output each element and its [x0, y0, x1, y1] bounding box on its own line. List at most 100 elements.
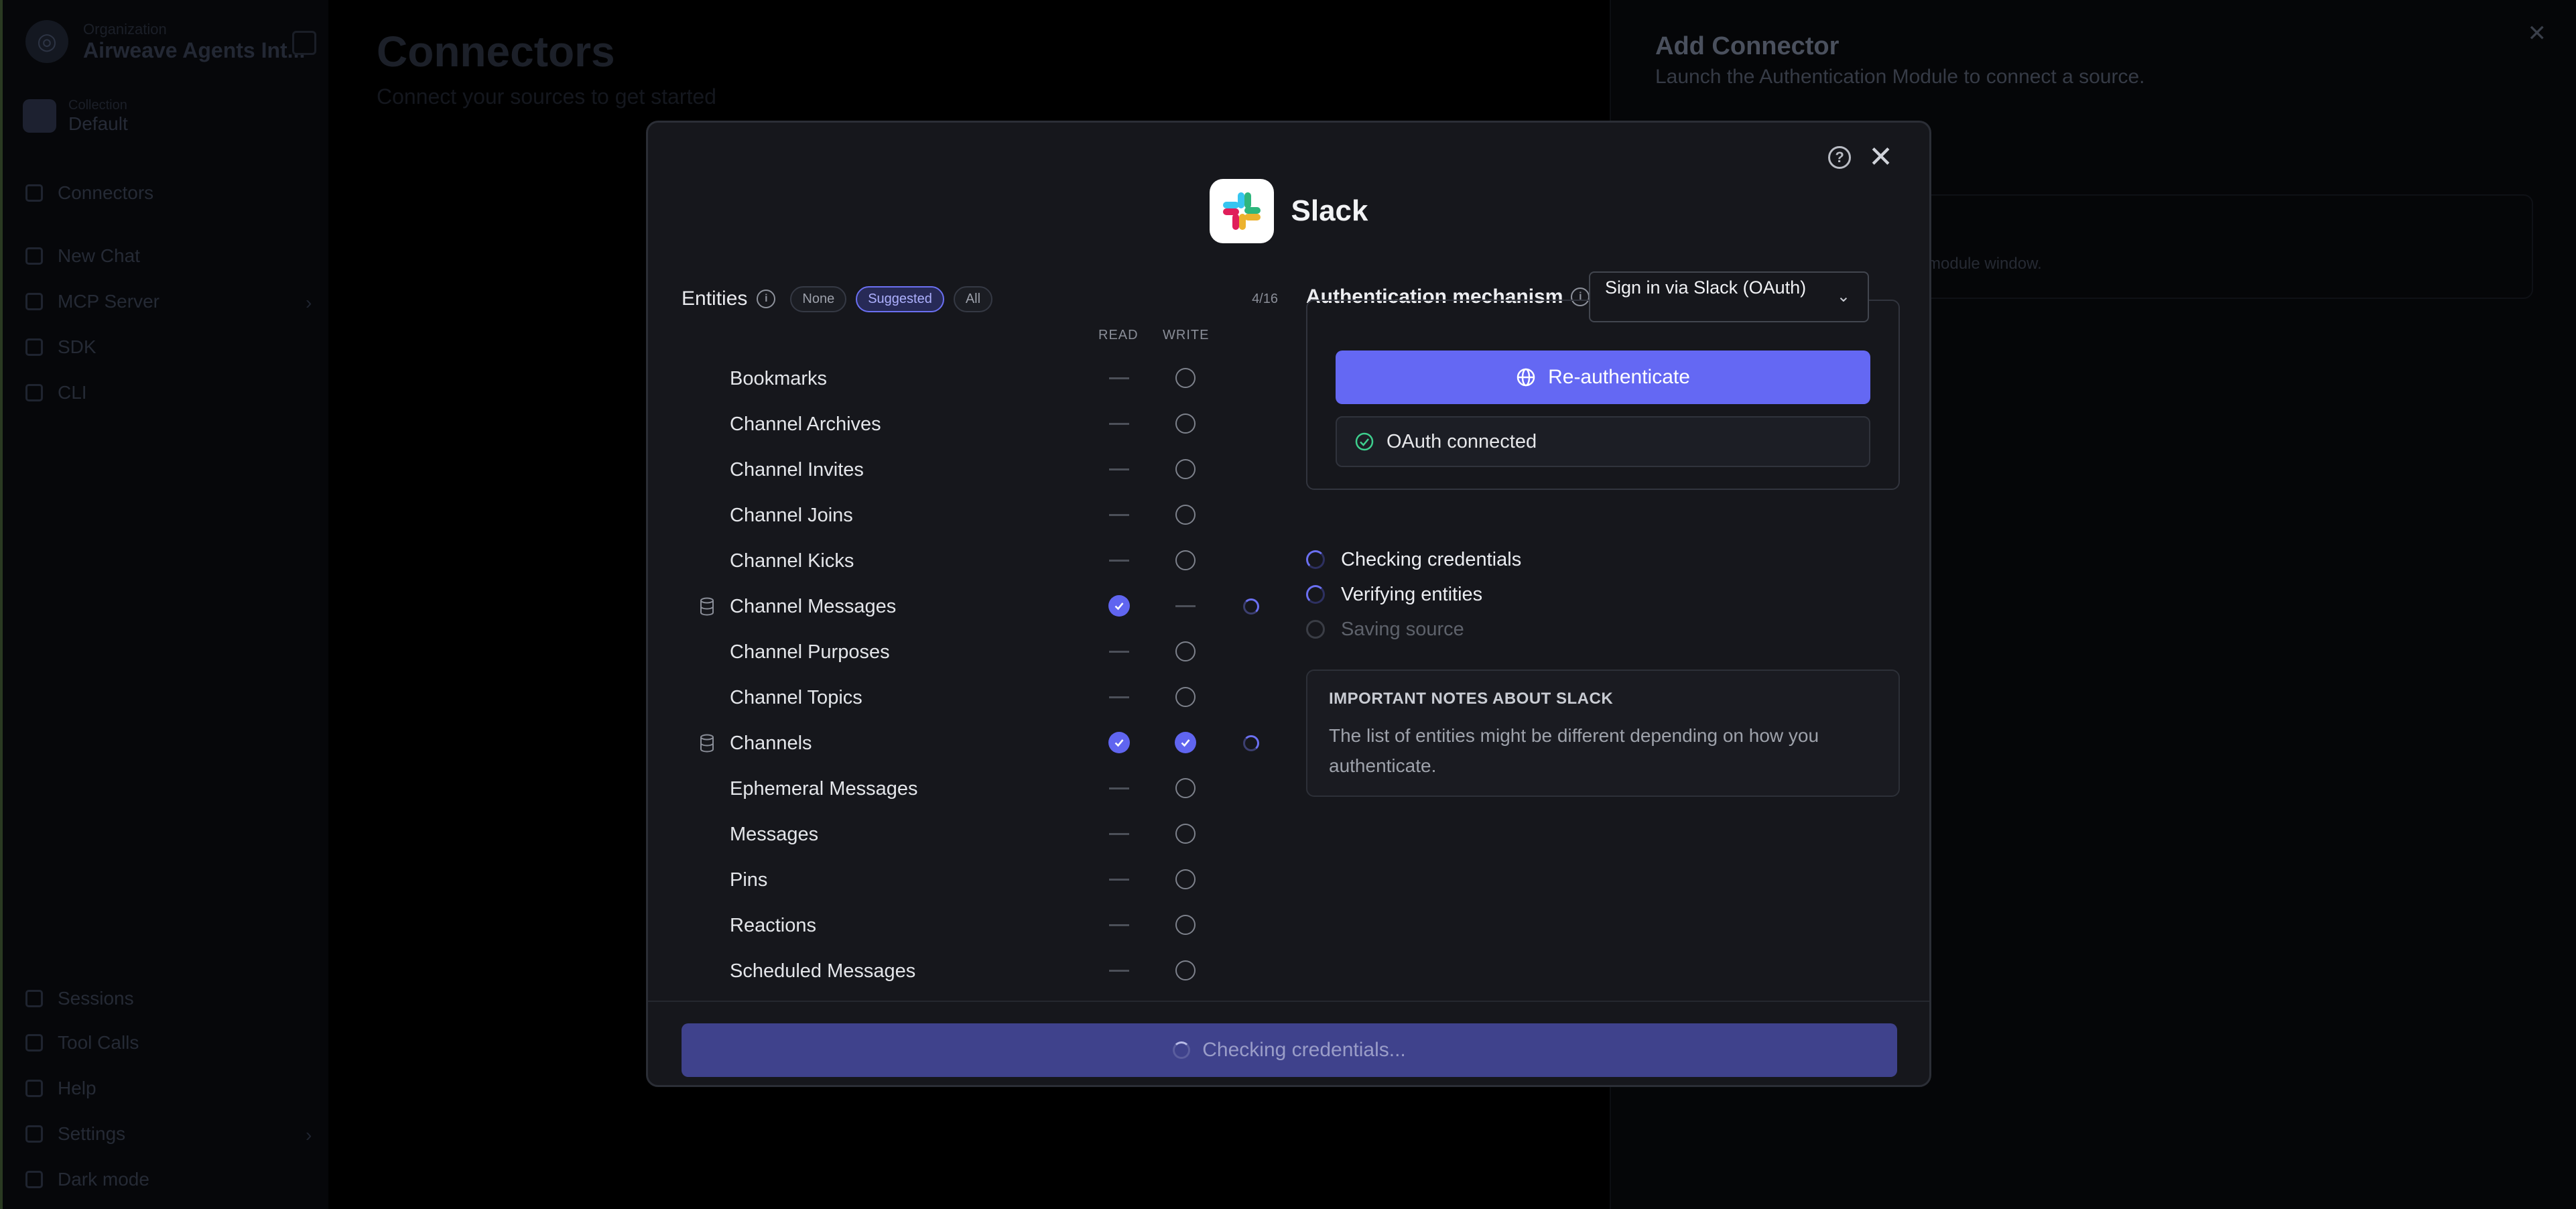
- sidebar-item-connectors[interactable]: Connectors: [25, 182, 153, 204]
- step-label: Saving source: [1341, 619, 1464, 640]
- auth-mechanism-select[interactable]: Sign in via Slack (OAuth) ⌄: [1589, 271, 1869, 322]
- sidebar-item-tool-calls[interactable]: Tool Calls: [25, 1032, 139, 1054]
- connect-source-modal: ? ✕ Slack Entities i None Suggested All: [646, 121, 1931, 1087]
- sidebar-item-mcp-server[interactable]: MCP Server: [25, 291, 159, 312]
- entity-label: Bookmarks: [730, 368, 828, 389]
- filter-suggested-pill[interactable]: Suggested: [856, 285, 944, 312]
- close-icon[interactable]: ✕: [2528, 20, 2547, 47]
- read-unavailable-dash: [1109, 879, 1129, 881]
- checking-credentials-button[interactable]: Checking credentials...: [682, 1023, 1897, 1077]
- write-checkbox-checked[interactable]: [1175, 732, 1196, 753]
- sidebar-item-theme[interactable]: Dark mode: [25, 1169, 149, 1190]
- write-checkbox[interactable]: [1175, 915, 1196, 935]
- auth-box: Re-authenticate OAuth connected: [1306, 300, 1900, 490]
- entity-row: Bookmarks: [682, 356, 1278, 401]
- write-unavailable-dash: [1175, 605, 1196, 607]
- entity-row: Channel Kicks: [682, 538, 1278, 584]
- read-unavailable-dash: [1109, 560, 1129, 562]
- entity-row: Channel Joins: [682, 493, 1278, 538]
- entity-label: Pins: [730, 869, 768, 891]
- read-unavailable-dash: [1109, 651, 1129, 653]
- sidebar-item-settings[interactable]: Settings: [25, 1123, 125, 1145]
- read-unavailable-dash: [1109, 377, 1129, 379]
- re-authenticate-label: Re-authenticate: [1548, 366, 1690, 388]
- write-checkbox[interactable]: [1175, 550, 1196, 570]
- tool-icon: [25, 1034, 43, 1052]
- spinner-icon: [1173, 1041, 1191, 1059]
- entity-row: Channel Messages: [682, 584, 1278, 629]
- org-caption: Organization: [83, 20, 167, 38]
- drawer-subtitle: Launch the Authentication Module to conn…: [1655, 66, 2145, 88]
- read-checkbox-checked[interactable]: [1108, 732, 1130, 753]
- re-authenticate-button[interactable]: Re-authenticate: [1336, 351, 1870, 404]
- write-checkbox[interactable]: [1175, 869, 1196, 889]
- entity-row: Channels: [682, 720, 1278, 766]
- sidebar-item-label: MCP Server: [58, 291, 159, 312]
- entity-label: Channels: [730, 733, 812, 754]
- spinner-icon: [1306, 550, 1325, 569]
- sidebar-item-label: Tool Calls: [58, 1032, 139, 1053]
- notes-body: The list of entities might be different …: [1329, 725, 1819, 776]
- page-title: Connectors: [377, 27, 615, 76]
- sidebar-item-sessions[interactable]: Sessions: [25, 988, 134, 1009]
- sidebar-item-label: Dark mode: [58, 1169, 149, 1190]
- avatar: [23, 99, 56, 133]
- sidebar-item-label: Settings: [58, 1123, 126, 1144]
- terminal-icon: [25, 384, 43, 401]
- org-logo: ◎: [25, 20, 68, 63]
- filter-none-pill[interactable]: None: [790, 285, 847, 312]
- oauth-status: OAuth connected: [1336, 416, 1870, 467]
- collection-caption: Collection: [68, 97, 127, 113]
- entity-label: Channel Joins: [730, 505, 853, 526]
- important-notes: IMPORTANT NOTES ABOUT SLACK The list of …: [1306, 670, 1900, 797]
- read-unavailable-dash: [1109, 833, 1129, 835]
- drawer-card-text: module window.: [1927, 255, 2042, 273]
- info-icon[interactable]: i: [757, 290, 776, 308]
- collection-switcher[interactable]: Collection Default: [23, 94, 311, 138]
- entity-row: Channel Archives: [682, 401, 1278, 447]
- write-checkbox[interactable]: [1175, 459, 1196, 479]
- entity-column-headers: READ WRITE: [682, 328, 1278, 348]
- write-checkbox[interactable]: [1175, 778, 1196, 798]
- org-switcher[interactable]: ◎ Organization Airweave Agents Int...: [25, 20, 305, 63]
- sidebar-item-label: New Chat: [58, 245, 140, 266]
- entity-row: Channel Purposes: [682, 629, 1278, 675]
- sidebar-item-sdk[interactable]: SDK: [25, 336, 96, 358]
- read-unavailable-dash: [1109, 696, 1129, 698]
- write-checkbox[interactable]: [1175, 368, 1196, 388]
- write-checkbox[interactable]: [1175, 960, 1196, 980]
- spinner-icon: [1243, 598, 1259, 615]
- sidebar-collapse-icon[interactable]: [292, 31, 316, 55]
- drawer-title: Add Connector: [1655, 32, 1840, 60]
- write-checkbox[interactable]: [1175, 641, 1196, 661]
- help-icon[interactable]: ?: [1828, 146, 1852, 169]
- app-root: { "sidebar": { "org_small": "Organizatio…: [0, 0, 2576, 1209]
- write-column-header: WRITE: [1163, 328, 1210, 342]
- write-checkbox[interactable]: [1175, 505, 1196, 525]
- database-icon: [699, 734, 715, 753]
- step-saving-source: Saving source: [1306, 611, 1900, 645]
- step-checking-credentials: Checking credentials: [1306, 541, 1900, 576]
- step-verifying-entities: Verifying entities: [1306, 576, 1900, 611]
- entity-label: Messages: [730, 824, 819, 845]
- write-checkbox[interactable]: [1175, 687, 1196, 707]
- help-icon: [25, 1080, 43, 1097]
- read-checkbox-checked[interactable]: [1108, 595, 1130, 617]
- sidebar-item-help[interactable]: Help: [25, 1078, 96, 1099]
- collection-name: Default: [68, 113, 128, 134]
- oauth-status-label: OAuth connected: [1387, 430, 1537, 452]
- filter-all-pill[interactable]: All: [953, 285, 993, 312]
- entity-row: Channel Invites: [682, 447, 1278, 493]
- entities-title: Entities: [682, 288, 748, 310]
- sidebar-item-cli[interactable]: CLI: [25, 382, 87, 403]
- entity-row: Ephemeral Messages: [682, 766, 1278, 812]
- close-icon[interactable]: ✕: [1868, 143, 1893, 172]
- pending-circle-icon: [1306, 620, 1325, 639]
- write-checkbox[interactable]: [1175, 413, 1196, 434]
- org-name: Airweave Agents Int...: [83, 38, 306, 62]
- write-checkbox[interactable]: [1175, 824, 1196, 844]
- chevron-right-icon: ›: [306, 1125, 312, 1145]
- entity-label: Scheduled Messages: [730, 960, 916, 982]
- sidebar-item-new-chat[interactable]: New Chat: [25, 245, 140, 267]
- read-column-header: READ: [1098, 328, 1139, 342]
